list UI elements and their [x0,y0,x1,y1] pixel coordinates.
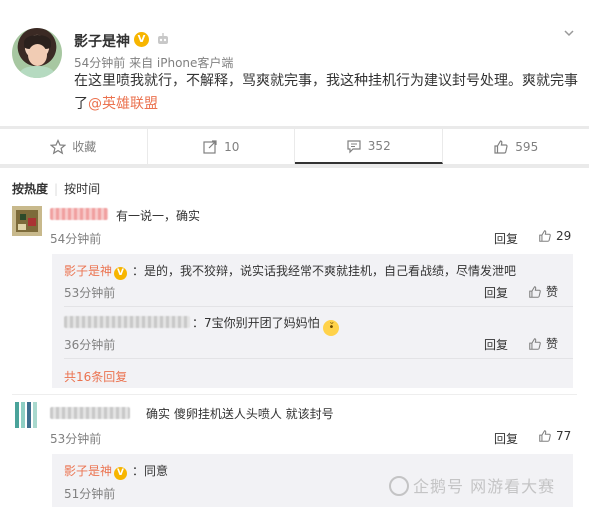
repost-icon [203,139,217,154]
commenter-avatar[interactable] [12,206,42,236]
commenter-name[interactable] [50,206,108,220]
commenter-name[interactable] [50,405,130,419]
reply-time: 53分钟前 [64,286,116,300]
thumbs-up-icon [539,230,551,242]
reply-button[interactable]: 回复 [484,336,508,353]
action-bar: 收藏 10 352 595 [0,128,589,164]
more-replies-link[interactable]: 共16条回复 [64,368,127,385]
repost-count: 10 [224,139,240,154]
reply-button[interactable]: 回复 [494,430,518,447]
star-icon [50,138,67,154]
thumbs-up-icon [494,139,508,154]
reply-button[interactable]: 回复 [484,284,508,301]
reply-like-button[interactable]: 赞 [528,335,558,352]
post-meta: 54分钟前 来自 iPhone客户端 [74,56,234,70]
reply-text: ：7宝你别开团了妈妈怕 •̆ [192,314,340,336]
reply-author[interactable]: 影子是神 V [64,262,128,280]
reply-author-name[interactable]: 影子是神 [64,464,112,478]
comment-text: 确实 傻卵挂机送人头喷人 就该封号 [146,407,334,421]
verified-badge-icon: V [114,267,128,280]
thumbs-up-icon [529,337,541,350]
post-text: 在这里喷我就行，不解释，骂爽就完事，我这种挂机行为建议封号处理。爽就完事了@英雄… [74,70,579,116]
verified-badge-icon: V [134,32,149,47]
comment-like-button[interactable]: 29 [538,229,571,243]
repost-button[interactable]: 10 [148,129,295,164]
reply-text: ：是的，我不狡辩，说实话我经常不爽就挂机，自己看战绩，尽情发泄吧 [132,264,517,278]
comment-time: 53分钟前 [50,432,102,446]
reply-text-body: ：7宝你别开团了妈妈怕 [192,316,320,330]
verified-badge-icon: V [114,467,128,480]
reply-text: ：同意 [132,464,169,478]
avatar-shirt [20,66,54,78]
comment-like-count: 29 [556,229,572,243]
stripes-avatar-icon [12,400,42,430]
favorite-button[interactable]: 收藏 [0,129,148,164]
reply-time: 36分钟前 [64,338,116,352]
like-count: 595 [515,139,539,154]
author-avatar[interactable] [12,28,62,78]
comment-text: 有一说一，确实 [116,209,201,223]
comment-time: 54分钟前 [50,232,102,246]
avatar-face [28,44,47,66]
thumbs-up-icon [539,430,551,442]
reply-like-button[interactable]: 赞 [528,283,558,300]
reply-author[interactable] [64,314,190,328]
commenter-avatar[interactable] [12,400,42,430]
author-name[interactable]: 影子是神 [74,31,130,51]
divider [12,394,577,395]
penguin-logo-icon [389,476,409,496]
reply-button[interactable]: 回复 [494,230,518,247]
robot-icon [158,33,168,44]
reply-like-label: 赞 [546,285,559,299]
weibo-post: 影子是神 V 54分钟前 来自 iPhone客户端 在这里喷我就行，不解释，骂爽… [0,0,589,126]
comment-count: 352 [367,138,391,153]
reply-author[interactable]: 影子是神 V [64,462,128,480]
comment-icon [347,139,361,153]
pixel-avatar-icon [12,206,42,236]
reply-time: 51分钟前 [64,487,116,501]
divider [64,358,573,359]
worried-emoji-icon: •̆ [323,320,340,336]
reply-author-name[interactable]: 影子是神 [64,264,112,278]
comment-button[interactable]: 352 [295,129,443,164]
watermark-text: 企鹅号 网游看大赛 [413,477,556,496]
sort-by-time[interactable]: 按时间 [64,182,100,196]
comment-like-count: 77 [556,429,572,443]
thumbs-up-icon [529,285,541,298]
chevron-down-icon[interactable] [563,27,575,39]
watermark: 企鹅号 网游看大赛 [389,473,555,497]
reply-like-label: 赞 [546,337,559,351]
sort-tabs: 按热度 | 按时间 [12,182,101,196]
comment-like-button[interactable]: 77 [538,429,571,443]
favorite-label: 收藏 [72,140,97,154]
sort-by-hot[interactable]: 按热度 [12,182,48,196]
mention-link[interactable]: @英雄联盟 [88,96,158,112]
like-button[interactable]: 595 [443,129,589,164]
divider [64,306,573,307]
